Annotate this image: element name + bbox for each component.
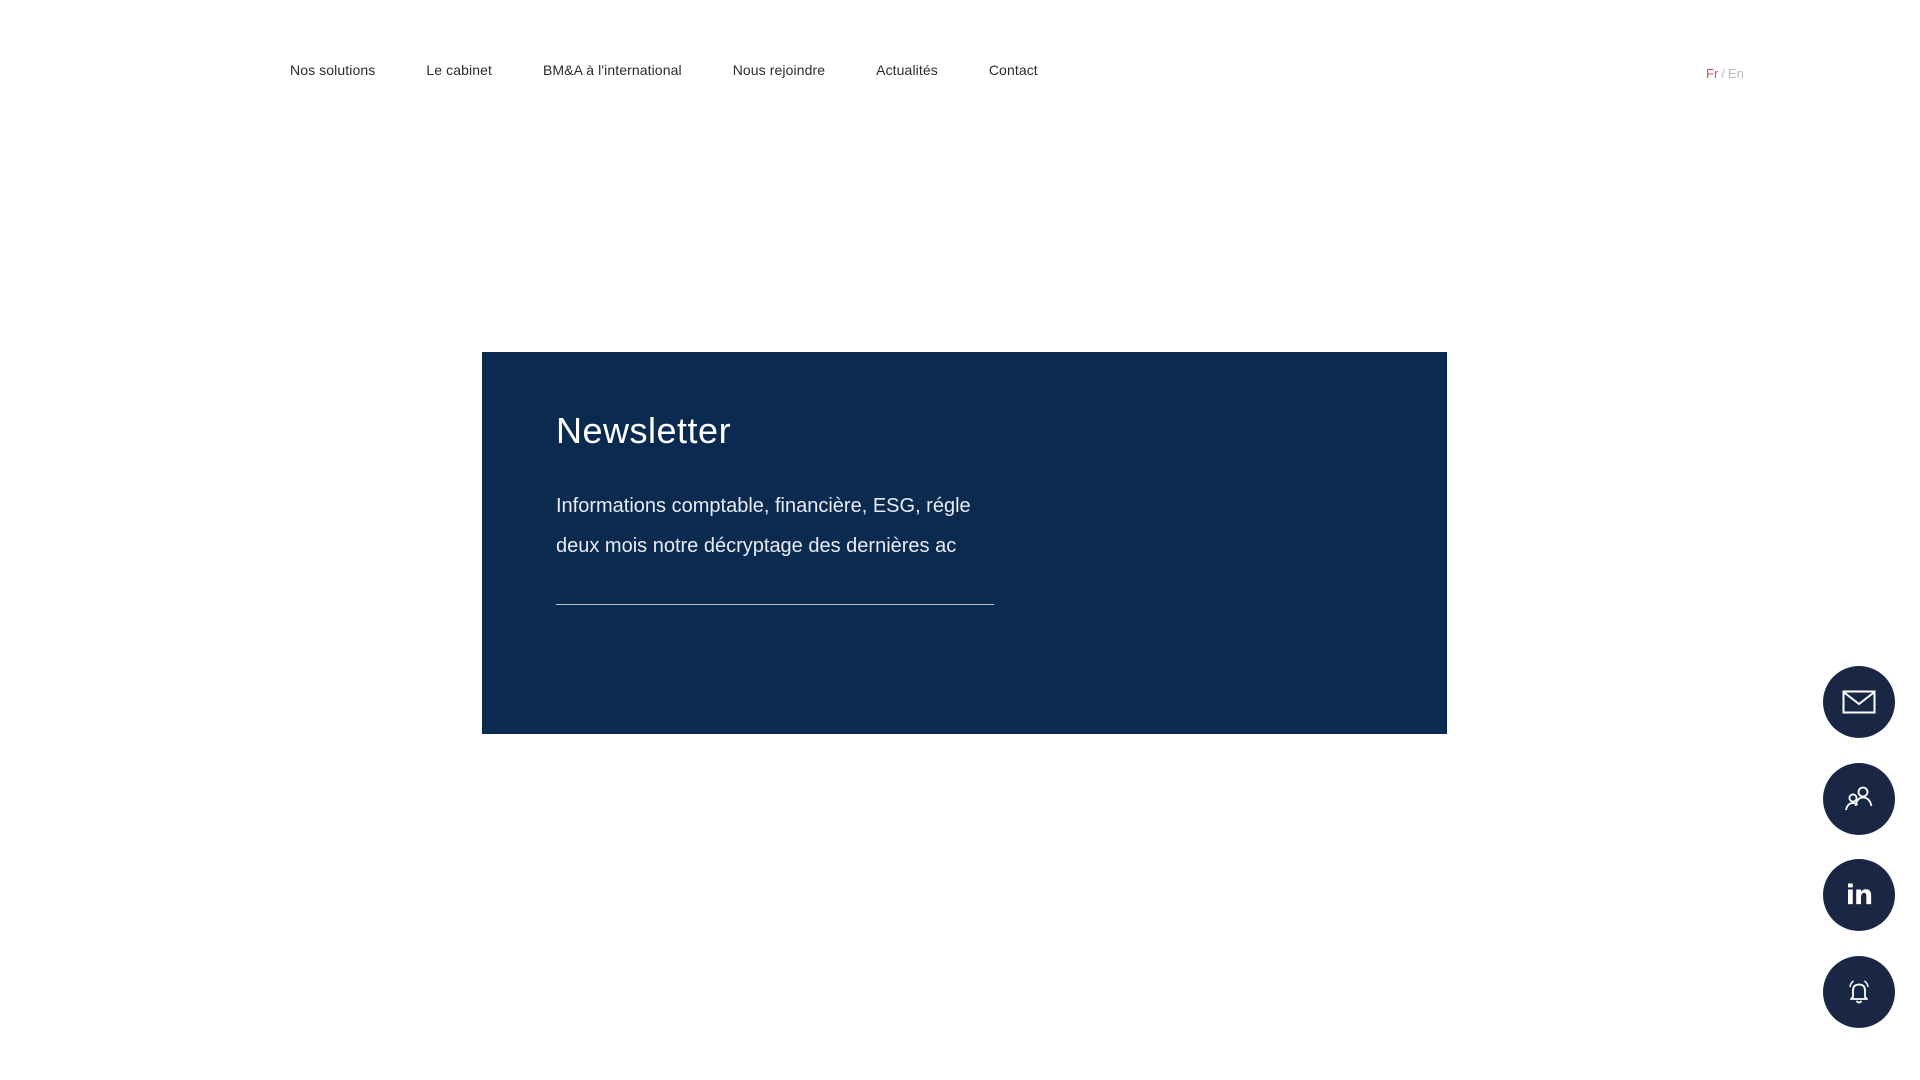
- nav-item-le-cabinet[interactable]: Le cabinet: [426, 62, 492, 78]
- users-icon: [1843, 785, 1875, 813]
- newsletter-panel: Newsletter Informations comptable, finan…: [482, 352, 1447, 734]
- notification-button[interactable]: [1823, 956, 1895, 1028]
- newsletter-input-underline[interactable]: [556, 604, 994, 605]
- language-separator: /: [1721, 66, 1725, 81]
- language-switcher: Fr / En: [1706, 66, 1744, 81]
- bell-icon: [1845, 978, 1873, 1006]
- main-navigation: Nos solutions Le cabinet BM&A à l'intern…: [290, 62, 1089, 78]
- newsletter-description: Informations comptable, financière, ESG,…: [556, 486, 994, 566]
- mail-button[interactable]: [1823, 666, 1895, 738]
- page: Nos solutions Le cabinet BM&A à l'intern…: [0, 0, 1920, 1080]
- nav-item-actualites[interactable]: Actualités: [876, 62, 938, 78]
- nav-item-nous-rejoindre[interactable]: Nous rejoindre: [733, 62, 825, 78]
- newsletter-title: Newsletter: [556, 410, 732, 451]
- mail-icon: [1842, 690, 1876, 714]
- nav-item-international[interactable]: BM&A à l'international: [543, 62, 682, 78]
- nav-item-contact[interactable]: Contact: [989, 62, 1038, 78]
- newsletter-description-clip: Informations comptable, financière, ESG,…: [556, 486, 994, 576]
- language-fr[interactable]: Fr: [1706, 66, 1718, 81]
- linkedin-button[interactable]: in: [1823, 859, 1895, 931]
- newsletter-description-line-1: Informations comptable, financière, ESG,…: [556, 495, 971, 517]
- language-en[interactable]: En: [1728, 66, 1744, 81]
- linkedin-icon: in: [1845, 879, 1874, 911]
- team-button[interactable]: [1823, 763, 1895, 835]
- newsletter-description-line-2: deux mois notre décryptage des dernières…: [556, 535, 957, 557]
- nav-item-nos-solutions[interactable]: Nos solutions: [290, 62, 375, 78]
